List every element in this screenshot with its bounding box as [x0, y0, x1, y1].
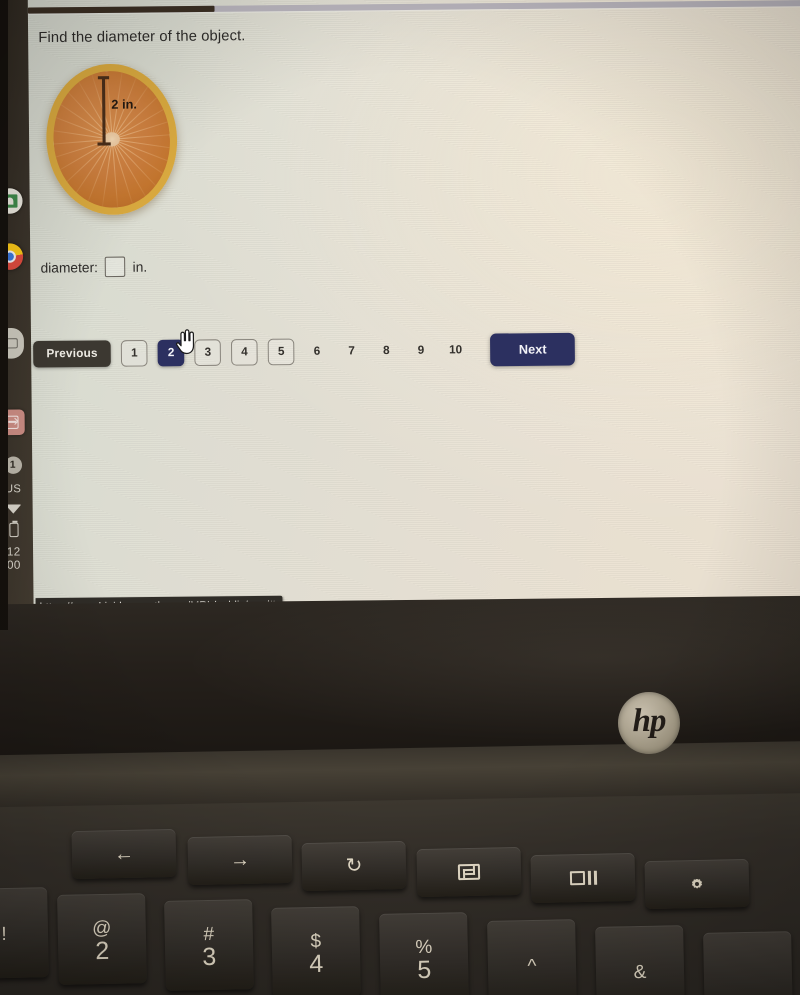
next-button[interactable]: Next	[490, 332, 576, 367]
clock[interactable]: 12 00	[7, 546, 21, 573]
clock-minutes: 00	[6, 559, 21, 572]
progress-bar-fill	[27, 5, 215, 14]
pagination: Previous 1 2 3 4 5 6 7 8 9 10 Next	[33, 332, 576, 371]
key-3[interactable]: # 3	[164, 899, 254, 991]
question-text: Find the diameter of the object.	[38, 27, 246, 47]
page-button-1[interactable]: 1	[120, 339, 148, 367]
clock-hours: 12	[6, 546, 21, 559]
page-button-6[interactable]: 6	[305, 345, 330, 357]
diameter-input[interactable]	[104, 256, 126, 278]
battery-icon[interactable]	[8, 522, 19, 538]
key-reload[interactable]: ↻	[301, 840, 407, 892]
page-button-4[interactable]: 4	[231, 338, 258, 366]
key-overview[interactable]	[530, 852, 636, 904]
progress-bar	[27, 0, 800, 14]
radius-measurement-label: 2 in.	[111, 97, 137, 112]
orange-slice-image	[40, 58, 183, 220]
laptop-bezel	[0, 595, 800, 765]
key-1[interactable]: !	[0, 887, 49, 979]
answer-label: diameter:	[40, 259, 99, 276]
orange-segment-line	[111, 139, 148, 199]
hp-logo: hp	[617, 691, 681, 755]
overview-icon	[569, 870, 597, 886]
page-button-7[interactable]: 7	[339, 345, 364, 357]
key-4[interactable]: $ 4	[271, 906, 361, 995]
key-back[interactable]: ←	[71, 828, 177, 880]
key-5[interactable]: % 5	[379, 912, 469, 995]
quiz-page: Find the diameter of the object. 2 in. d…	[27, 0, 800, 635]
figure-orange-slice: 2 in.	[40, 58, 195, 225]
photo-of-laptop-screen: 1 US 12 00 Find the diameter of the obje…	[0, 0, 800, 995]
page-button-5[interactable]: 5	[267, 338, 295, 366]
answer-row: diameter: in.	[40, 256, 148, 278]
page-button-10[interactable]: 10	[443, 344, 468, 356]
hp-logo-text: hp	[632, 702, 666, 739]
page-button-2[interactable]: 2	[157, 339, 185, 367]
key-fullscreen[interactable]	[416, 846, 522, 898]
previous-button[interactable]: Previous	[33, 340, 112, 368]
orange-segment-line	[112, 138, 180, 150]
key-6[interactable]: ^	[487, 919, 577, 995]
laptop-screen: 1 US 12 00 Find the diameter of the obje…	[0, 0, 800, 636]
key-2[interactable]: @ 2	[57, 893, 147, 985]
key-8[interactable]	[703, 931, 793, 995]
key-7[interactable]: &	[595, 925, 685, 995]
fullscreen-icon	[457, 863, 481, 881]
page-button-9[interactable]: 9	[409, 344, 434, 356]
key-brightness[interactable]	[644, 858, 750, 910]
key-forward[interactable]: →	[187, 834, 293, 886]
answer-unit: in.	[132, 258, 148, 275]
gear-icon	[691, 878, 702, 889]
keyboard: ← → ↻ ! @ 2 # 3 $ 4 % 5 ^ &	[0, 790, 800, 995]
screen-left-edge	[0, 0, 8, 630]
page-button-8[interactable]: 8	[374, 345, 399, 357]
page-button-3[interactable]: 3	[194, 339, 222, 367]
